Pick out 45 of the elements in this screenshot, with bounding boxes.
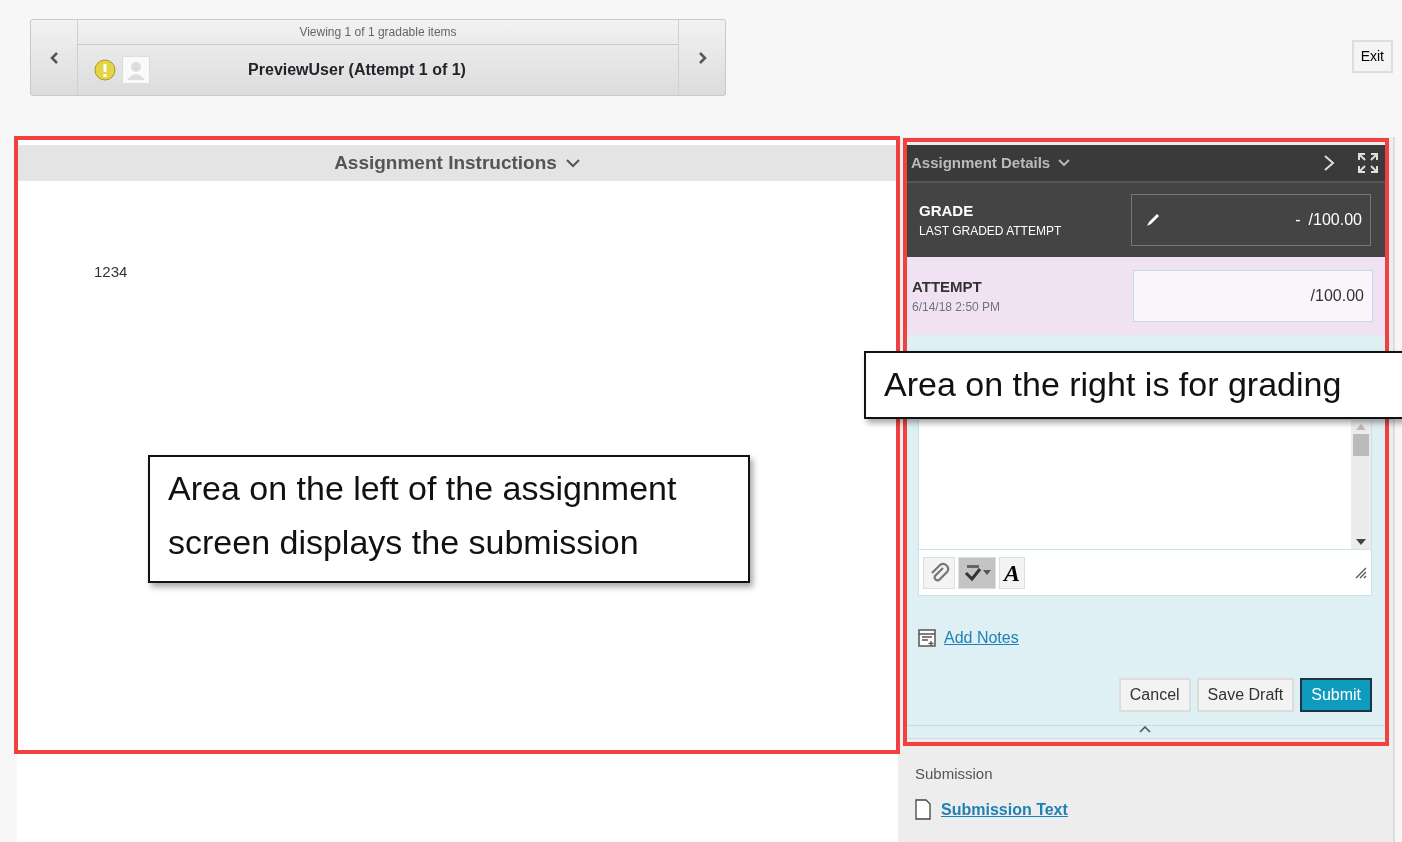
student-name: PreviewUser (Attempt 1 of 1)	[247, 60, 467, 80]
scroll-up-icon	[1356, 424, 1366, 430]
format-button[interactable]: A	[999, 556, 1025, 589]
collapse-header[interactable]: Assignment Instructions	[17, 145, 898, 181]
grade-value: -	[1295, 210, 1301, 230]
avatar-icon	[122, 56, 150, 84]
grade-max: /100.00	[1308, 210, 1362, 230]
add-notes-link[interactable]: Add Notes	[944, 626, 1019, 650]
resize-grip-icon	[1355, 566, 1367, 579]
submission-heading: Submission	[915, 764, 994, 784]
feedback-editor[interactable]: A	[918, 420, 1372, 596]
scroll-thumb[interactable]	[1353, 434, 1369, 456]
submission-file-link[interactable]: Submission Text	[941, 797, 1068, 822]
grade-label: GRADE	[919, 200, 975, 221]
document-icon	[915, 799, 931, 820]
chevron-up-icon	[1139, 726, 1151, 733]
grade-sublabel: LAST GRADED ATTEMPT	[919, 223, 1062, 241]
chevron-right-icon[interactable]	[1323, 154, 1335, 172]
attempt-grade-field[interactable]: /100.00	[1133, 270, 1373, 322]
item-count-text: Viewing 1 of 1 gradable items	[78, 20, 678, 45]
chevron-right-icon	[696, 49, 708, 66]
attempt-date: 6/14/18 2:50 PM	[912, 299, 1001, 317]
pencil-icon	[1144, 211, 1162, 229]
panel-title: Assignment Instructions	[334, 150, 557, 175]
chevron-down-icon	[1058, 159, 1071, 167]
warning-icon	[94, 59, 116, 81]
callout-text: Area on the right is for grading	[864, 351, 1402, 419]
collapse-bar[interactable]	[905, 725, 1385, 739]
scroll-down-icon	[1356, 539, 1366, 545]
scrollbar[interactable]	[1351, 420, 1371, 549]
chevron-left-icon	[48, 49, 60, 66]
expand-icon[interactable]	[1357, 152, 1379, 174]
attempt-label: ATTEMPT	[912, 276, 983, 297]
submission-text: 1234	[93, 262, 128, 282]
callout-text: Area on the left of the assignment screen displays the submission	[148, 455, 750, 583]
spellcheck-icon	[963, 562, 983, 583]
action-button[interactable]: Save Draft	[1196, 678, 1295, 712]
exit-button[interactable]: Exit	[1351, 40, 1393, 73]
grade-field[interactable]: - /100.00	[1131, 194, 1371, 246]
notes-icon	[918, 629, 936, 647]
spellcheck-button[interactable]	[958, 556, 996, 589]
chevron-down-icon	[564, 158, 581, 168]
action-button[interactable]: Cancel	[1118, 678, 1191, 712]
attach-button[interactable]	[923, 556, 955, 589]
caret-icon	[983, 570, 991, 575]
